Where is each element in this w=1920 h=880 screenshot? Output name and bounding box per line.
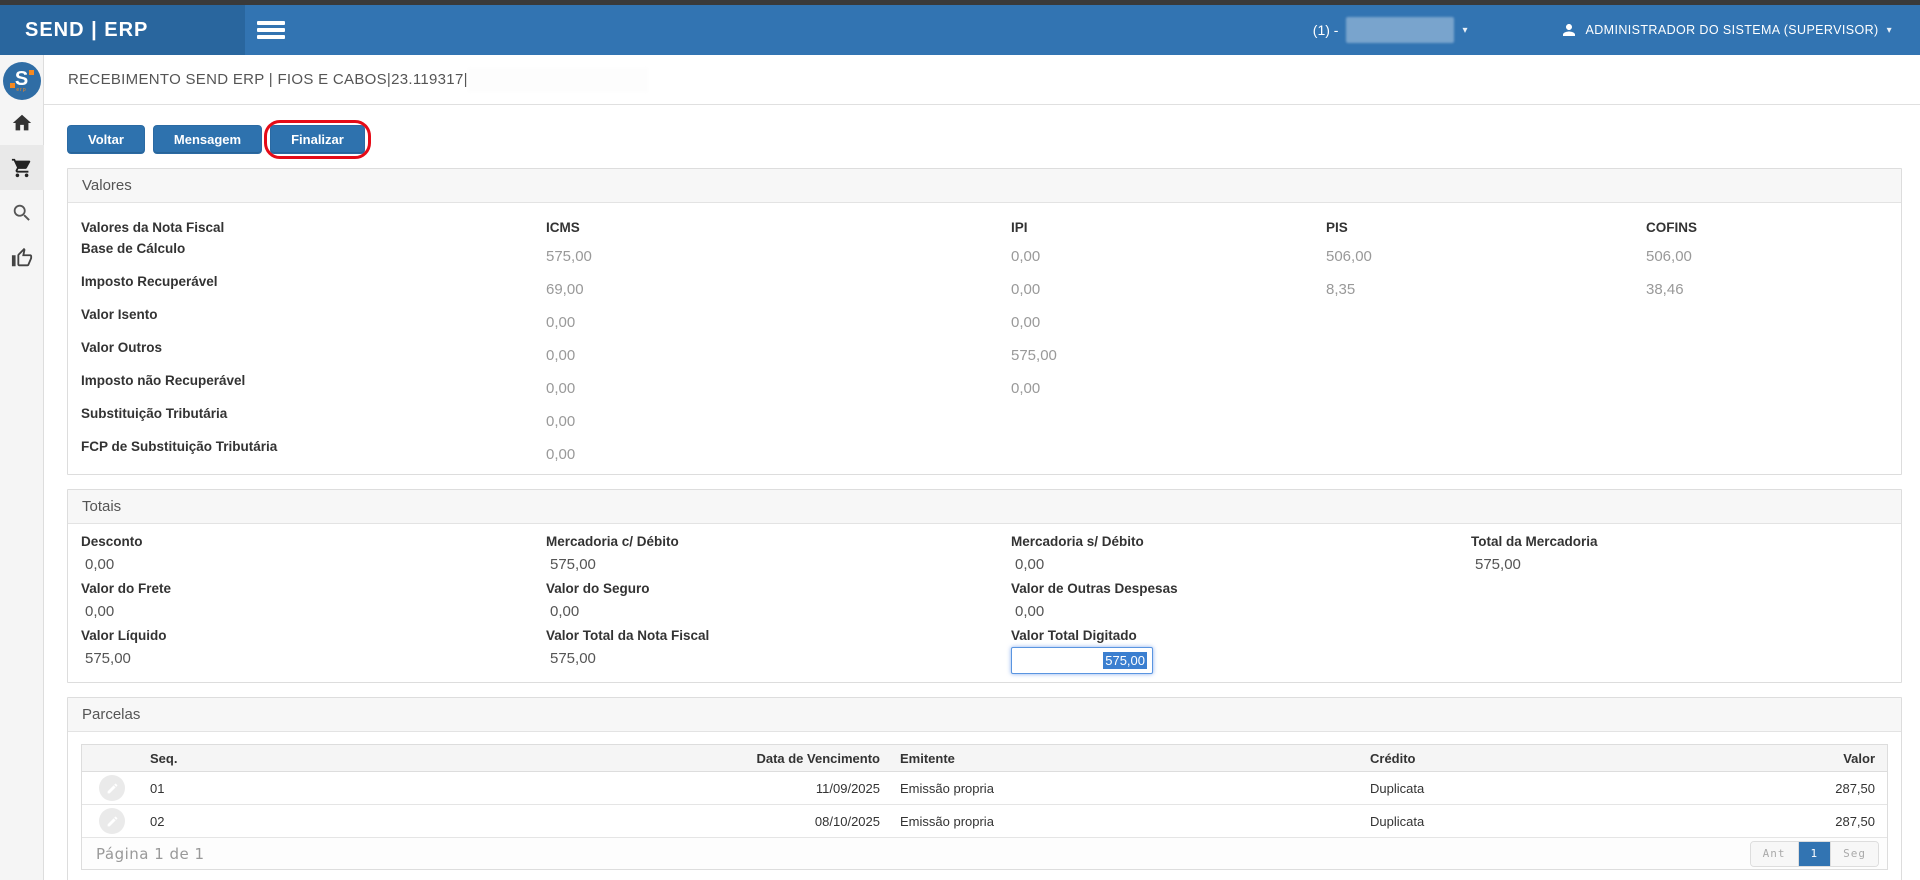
parcelas-table: Seq. Data de Vencimento Emitente Crédito… (81, 744, 1888, 870)
search-icon (11, 202, 33, 224)
column-header-icms: ICMS (546, 220, 1011, 235)
table-row: Valor Outros 0,00 575,00 (68, 334, 1901, 367)
home-icon (11, 112, 33, 134)
column-header-valor: Valor (1812, 751, 1887, 766)
user-icon (1560, 21, 1578, 39)
redacted-company-name (1346, 17, 1454, 43)
finalizar-highlight-annotation: Finalizar (270, 125, 365, 154)
table-row: Substituição Tributária 0,00 (68, 400, 1901, 433)
caret-down-icon: ▾ (1462, 25, 1467, 36)
logo-subtext: erp (16, 88, 26, 93)
caret-down-icon: ▾ (1887, 25, 1892, 36)
thumbs-up-icon (11, 247, 33, 269)
sidebar-item-home[interactable] (0, 100, 44, 145)
input-selected-text: 575,00 (1103, 652, 1147, 669)
sidebar-item-purchases[interactable] (0, 145, 44, 190)
pagination: Ant 1 Seg (1750, 841, 1879, 867)
cart-icon (11, 157, 33, 179)
pencil-icon (106, 782, 119, 795)
totais-grid: Desconto Mercadoria c/ Débito Mercadoria… (68, 524, 1901, 682)
app-logo[interactable]: S erp (3, 62, 41, 100)
page-info: Página 1 de 1 (82, 845, 205, 863)
sidebar: S erp (0, 55, 44, 880)
voltar-button[interactable]: Voltar (67, 125, 145, 154)
company-selector[interactable]: (1) - ▾ (1313, 17, 1468, 43)
pagination-page-1-button[interactable]: 1 (1798, 842, 1831, 866)
parcelas-header-row: Seq. Data de Vencimento Emitente Crédito… (82, 745, 1887, 772)
user-menu[interactable]: ADMINISTRADOR DO SISTEMA (SUPERVISOR) ▾ (1560, 21, 1893, 39)
parcelas-panel: Parcelas Seq. Data de Vencimento Emitent… (67, 697, 1902, 880)
table-row: Imposto não Recuperável 0,00 0,00 (68, 367, 1901, 400)
valores-panel: Valores Valores da Nota Fiscal ICMS IPI … (67, 168, 1902, 475)
column-header-ipi: IPI (1011, 220, 1326, 235)
table-row: 01 11/09/2025 Emissão propria Duplicata … (82, 772, 1887, 805)
page-content: RECEBIMENTO SEND ERP | FIOS E CABOS|23.1… (44, 55, 1920, 880)
main-area: S erp RECEBIMENTO SEND ERP | FIOS E CABO… (0, 55, 1920, 880)
logo-letter: S (15, 70, 28, 88)
table-row: 02 08/10/2025 Emissão propria Duplicata … (82, 805, 1887, 838)
pencil-icon (106, 815, 119, 828)
toolbar: Voltar Mensagem Finalizar (67, 125, 1920, 154)
totais-panel: Totais Desconto Mercadoria c/ Débito Mer… (67, 489, 1902, 683)
sidebar-item-approve[interactable] (0, 235, 44, 280)
redacted-text (468, 68, 648, 92)
valores-header-row: Valores da Nota Fiscal ICMS IPI PIS COFI… (68, 207, 1901, 235)
breadcrumb: RECEBIMENTO SEND ERP | FIOS E CABOS|23.1… (44, 55, 1920, 105)
finalizar-button[interactable]: Finalizar (270, 125, 365, 154)
column-header-credito: Crédito (1362, 751, 1812, 766)
column-header-seq: Seq. (142, 751, 702, 766)
pagination-next-button[interactable]: Seg (1830, 842, 1878, 866)
topbar-right: (1) - ▾ ADMINISTRADOR DO SISTEMA (SUPERV… (1313, 17, 1920, 43)
breadcrumb-text: RECEBIMENTO SEND ERP | FIOS E CABOS|23.1… (68, 71, 468, 88)
parcelas-panel-title: Parcelas (68, 698, 1901, 732)
edit-parcela-button[interactable] (99, 775, 125, 801)
table-row: FCP de Substituição Tributária 0,00 (68, 433, 1901, 466)
company-prefix: (1) - (1313, 22, 1339, 38)
valores-panel-title: Valores (68, 169, 1901, 203)
column-header-emitente: Emitente (892, 751, 1362, 766)
valores-table: Valores da Nota Fiscal ICMS IPI PIS COFI… (68, 203, 1901, 474)
column-header-pis: PIS (1326, 220, 1646, 235)
column-header-cofins: COFINS (1646, 220, 1888, 235)
column-header-vencimento: Data de Vencimento (702, 751, 892, 766)
pagination-prev-button[interactable]: Ant (1751, 842, 1798, 866)
app-title: SEND | ERP (0, 5, 245, 55)
column-header: Valores da Nota Fiscal (81, 220, 546, 235)
edit-parcela-button[interactable] (99, 808, 125, 834)
mensagem-button[interactable]: Mensagem (153, 125, 262, 154)
user-name: ADMINISTRADOR DO SISTEMA (SUPERVISOR) (1586, 23, 1879, 37)
valor-total-digitado-input[interactable]: 575,00 (1011, 647, 1153, 674)
topbar: SEND | ERP (1) - ▾ ADMINISTRADOR DO SIST… (0, 5, 1920, 55)
table-row: Base de Cálculo 575,00 0,00 506,00 506,0… (68, 235, 1901, 268)
table-row: Imposto Recuperável 69,00 0,00 8,35 38,4… (68, 268, 1901, 301)
hamburger-menu-icon[interactable] (257, 14, 299, 46)
table-footer: Página 1 de 1 Ant 1 Seg (82, 838, 1887, 869)
totais-panel-title: Totais (68, 490, 1901, 524)
table-row: Valor Isento 0,00 0,00 (68, 301, 1901, 334)
sidebar-item-search[interactable] (0, 190, 44, 235)
